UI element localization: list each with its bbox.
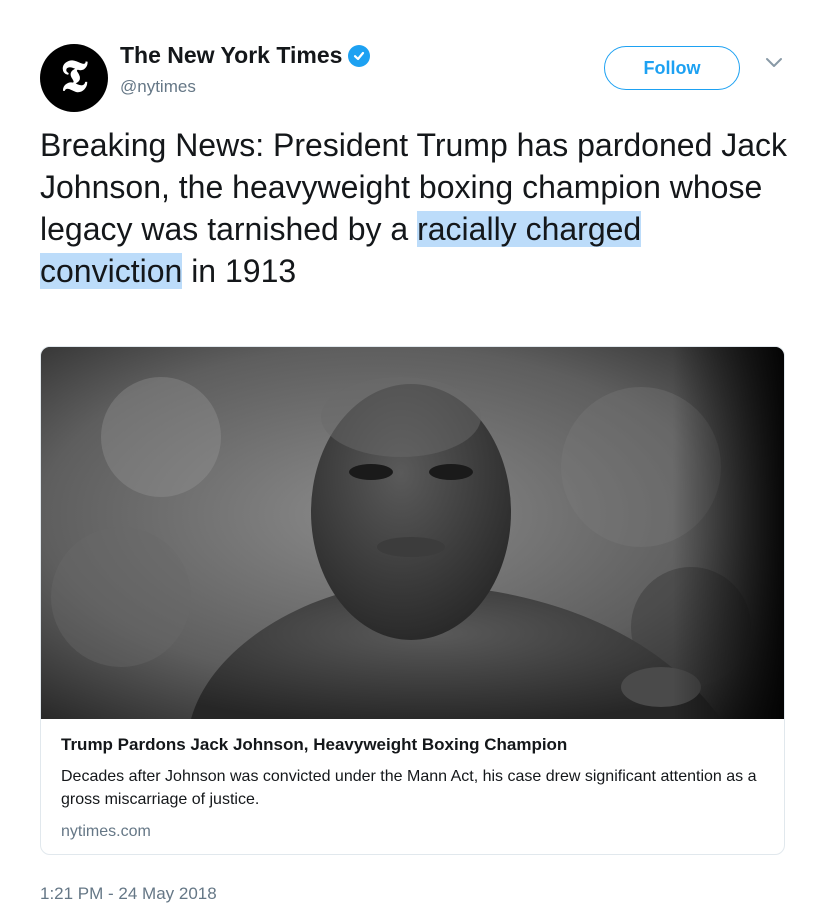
card-body: Trump Pardons Jack Johnson, Heavyweight …: [61, 735, 768, 841]
verified-badge-icon: [348, 44, 371, 67]
link-card[interactable]: Trump Pardons Jack Johnson, Heavyweight …: [40, 346, 785, 855]
display-name-text: The New York Times: [120, 42, 343, 68]
tweet-timestamp[interactable]: 1:21 PM - 24 May 2018: [40, 884, 217, 904]
tweet-header: 𝕿 The New York Times @nytimes Follow: [40, 40, 784, 112]
nyt-avatar[interactable]: 𝕿: [40, 44, 108, 112]
account-names[interactable]: The New York Times @nytimes: [120, 42, 371, 97]
follow-button[interactable]: Follow: [604, 46, 740, 90]
nyt-logo-icon: 𝕿: [60, 51, 88, 102]
display-name[interactable]: The New York Times: [120, 42, 371, 69]
tweet-text-end: in 1913: [182, 253, 297, 289]
card-domain: nytimes.com: [61, 823, 151, 840]
chevron-down-icon[interactable]: [764, 56, 784, 70]
account-handle[interactable]: @nytimes: [120, 77, 370, 97]
card-description: Decades after Johnson was convicted unde…: [61, 768, 757, 808]
tweet-text: Breaking News: President Trump has pardo…: [40, 124, 790, 292]
card-photo[interactable]: [41, 347, 784, 719]
tweet-text-start: Breaking News: President Trump has pardo…: [40, 127, 788, 247]
card-title: Trump Pardons Jack Johnson, Heavyweight …: [61, 735, 568, 754]
